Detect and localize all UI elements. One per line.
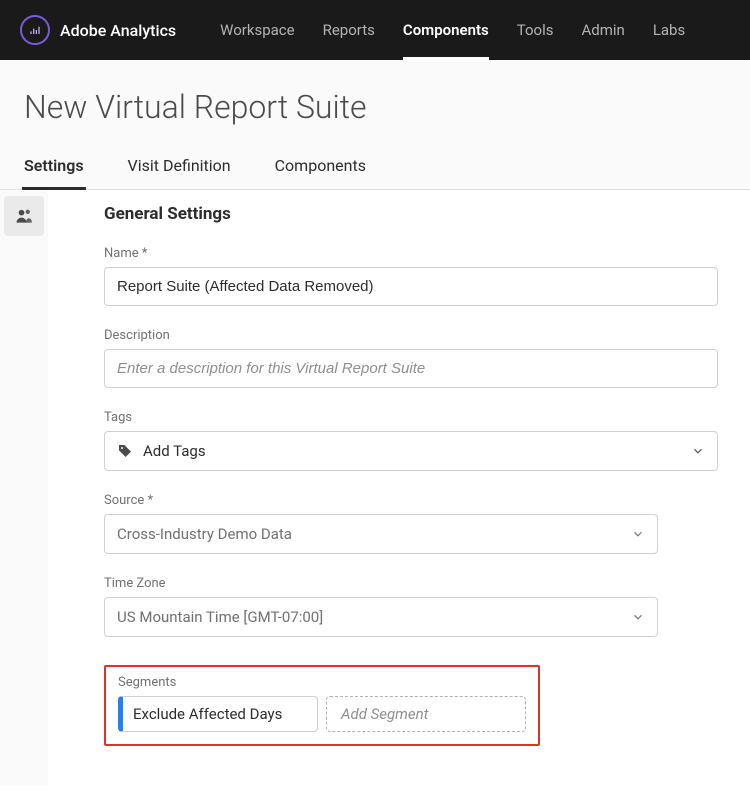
field-timezone: Time Zone US Mountain Time [GMT-07:00] (104, 576, 718, 637)
add-segment-dropzone[interactable]: Add Segment (326, 696, 526, 732)
chevron-down-icon (631, 527, 645, 541)
source-select[interactable]: Cross-Industry Demo Data (104, 514, 658, 554)
tab-components[interactable]: Components (275, 148, 366, 189)
segments-highlight-box: Segments Exclude Affected Days Add Segme… (104, 665, 540, 746)
timezone-label: Time Zone (104, 576, 718, 591)
tag-icon (117, 443, 133, 459)
tags-select[interactable]: Add Tags (104, 431, 718, 471)
page: New Virtual Report Suite Settings Visit … (0, 60, 750, 786)
main-content: General Settings Name * Description Tags (48, 190, 750, 786)
timezone-select[interactable]: US Mountain Time [GMT-07:00] (104, 597, 658, 637)
segment-chip-exclude-affected-days[interactable]: Exclude Affected Days (118, 696, 318, 732)
segments-label: Segments (118, 675, 526, 690)
field-tags: Tags Add Tags (104, 410, 718, 471)
topnav-reports[interactable]: Reports (323, 0, 375, 60)
brand-text: Adobe Analytics (60, 21, 176, 40)
section-heading: General Settings (104, 204, 718, 224)
topnav-workspace[interactable]: Workspace (220, 0, 294, 60)
tags-label: Tags (104, 410, 718, 425)
topnav-labs[interactable]: Labs (653, 0, 685, 60)
field-source: Source * Cross-Industry Demo Data (104, 493, 718, 554)
tab-visit-definition[interactable]: Visit Definition (128, 148, 231, 189)
brand-group: Adobe Analytics (20, 15, 176, 45)
left-rail (0, 190, 48, 786)
body-layout: General Settings Name * Description Tags (0, 190, 750, 786)
segment-chip-label: Exclude Affected Days (133, 705, 282, 723)
adobe-analytics-logo-icon (20, 15, 50, 45)
topnav-admin[interactable]: Admin (581, 0, 624, 60)
source-label: Source * (104, 493, 718, 508)
description-label: Description (104, 328, 718, 343)
name-input[interactable] (104, 267, 718, 306)
topnav-items: Workspace Reports Components Tools Admin… (220, 0, 685, 60)
subtabs: Settings Visit Definition Components (0, 148, 750, 190)
tags-value: Add Tags (143, 442, 206, 460)
topnav-components[interactable]: Components (403, 0, 489, 60)
topnav-tools[interactable]: Tools (517, 0, 554, 60)
people-icon (14, 206, 34, 226)
tab-settings[interactable]: Settings (24, 148, 84, 189)
chevron-down-icon (691, 444, 705, 458)
top-nav: Adobe Analytics Workspace Reports Compon… (0, 0, 750, 60)
chevron-down-icon (631, 610, 645, 624)
name-label: Name * (104, 246, 718, 261)
page-title: New Virtual Report Suite (0, 60, 750, 148)
field-description: Description (104, 328, 718, 388)
timezone-value: US Mountain Time [GMT-07:00] (117, 608, 323, 626)
description-input[interactable] (104, 349, 718, 388)
segments-row: Exclude Affected Days Add Segment (118, 696, 526, 732)
add-segment-placeholder: Add Segment (341, 705, 428, 723)
field-name: Name * (104, 246, 718, 306)
source-value: Cross-Industry Demo Data (117, 525, 292, 543)
owner-share-button[interactable] (4, 196, 44, 236)
